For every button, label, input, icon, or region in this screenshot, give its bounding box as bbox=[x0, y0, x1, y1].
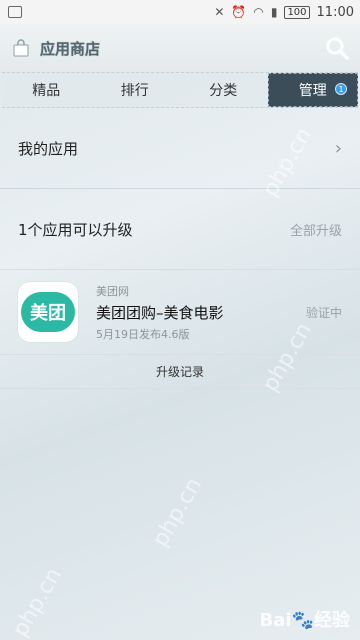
shopping-bag-icon bbox=[12, 39, 30, 57]
app-name: 美团团购–美食电影 bbox=[96, 303, 224, 322]
mute-icon: ✕ bbox=[214, 5, 225, 19]
search-icon bbox=[326, 37, 349, 60]
tab-ranking[interactable]: 排行 bbox=[91, 73, 180, 107]
notification-badge: 1 bbox=[335, 83, 347, 95]
signal-icon: ▮ bbox=[270, 5, 278, 19]
app-meta: 美团网 美团团购–美食电影 5月19日发布4.6版 bbox=[96, 283, 306, 342]
wifi-icon: ◠ bbox=[253, 5, 264, 19]
tab-featured[interactable]: 精品 bbox=[2, 73, 91, 107]
chevron-right-icon: › bbox=[334, 138, 342, 159]
tab-manage[interactable]: 管理 1 bbox=[267, 73, 358, 107]
watermark: php.cn bbox=[147, 473, 208, 552]
tab-category[interactable]: 分类 bbox=[179, 73, 268, 107]
upgrade-count-label: 1个应用可以升级 bbox=[18, 220, 133, 239]
watermark: php.cn bbox=[7, 563, 68, 640]
app-header: 应用商店 bbox=[0, 24, 360, 72]
tab-manage-label: 管理 bbox=[298, 83, 327, 99]
search-button[interactable] bbox=[324, 35, 350, 61]
app-release-info: 5月19日发布4.6版 bbox=[96, 327, 190, 341]
baidu-watermark: Bai🐾经验 bbox=[259, 610, 350, 631]
meituan-logo: 美团 bbox=[21, 292, 75, 332]
alarm-icon: ⏰ bbox=[231, 5, 247, 19]
upgrade-all-button[interactable]: 全部升级 bbox=[290, 220, 342, 239]
verify-status: 验证中 bbox=[305, 305, 342, 320]
image-notification-icon bbox=[8, 6, 22, 18]
clock: 11:00 bbox=[316, 4, 354, 20]
app-icon: 美团 bbox=[18, 282, 78, 342]
page-title: 应用商店 bbox=[40, 39, 101, 58]
upgrade-history-link[interactable]: 升级记录 bbox=[0, 355, 360, 389]
tab-bar: 精品 排行 分类 管理 1 bbox=[2, 72, 358, 108]
status-bar: ✕ ⏰ ◠ ▮ 100 11:00 bbox=[0, 0, 360, 24]
upgrade-header: 1个应用可以升级 全部升级 bbox=[0, 189, 360, 269]
app-vendor: 美团网 bbox=[96, 284, 129, 298]
battery-icon: 100 bbox=[284, 5, 310, 19]
